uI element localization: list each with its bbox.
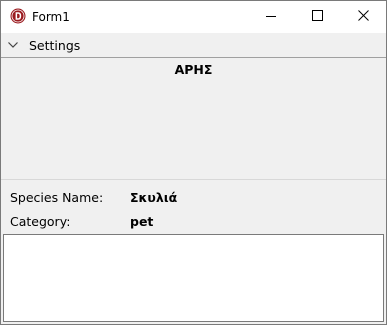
chevron-down-icon[interactable]	[7, 39, 19, 51]
pet-name: ΑΡΗΣ	[174, 62, 213, 77]
app-window: Form1 Settings ΑΡΗΣ Species Name: Σκυλιά…	[0, 0, 387, 325]
window-title: Form1	[32, 10, 70, 24]
category-label: Category:	[10, 214, 71, 229]
pet-name-panel: ΑΡΗΣ	[1, 58, 386, 179]
title-bar[interactable]: Form1	[1, 1, 386, 33]
species-name-value: Σκυλιά	[130, 190, 178, 205]
delphi-app-icon	[10, 8, 26, 24]
close-button[interactable]	[340, 1, 386, 33]
maximize-icon	[311, 10, 323, 24]
minimize-icon	[266, 10, 276, 24]
panel-divider	[1, 179, 386, 180]
species-name-label: Species Name:	[10, 190, 104, 205]
close-icon	[357, 10, 369, 24]
settings-label: Settings	[29, 38, 81, 53]
content-box[interactable]	[3, 234, 384, 322]
maximize-button[interactable]	[294, 1, 340, 33]
settings-header[interactable]: Settings	[1, 34, 386, 56]
category-value: pet	[130, 214, 154, 229]
minimize-button[interactable]	[248, 1, 294, 33]
